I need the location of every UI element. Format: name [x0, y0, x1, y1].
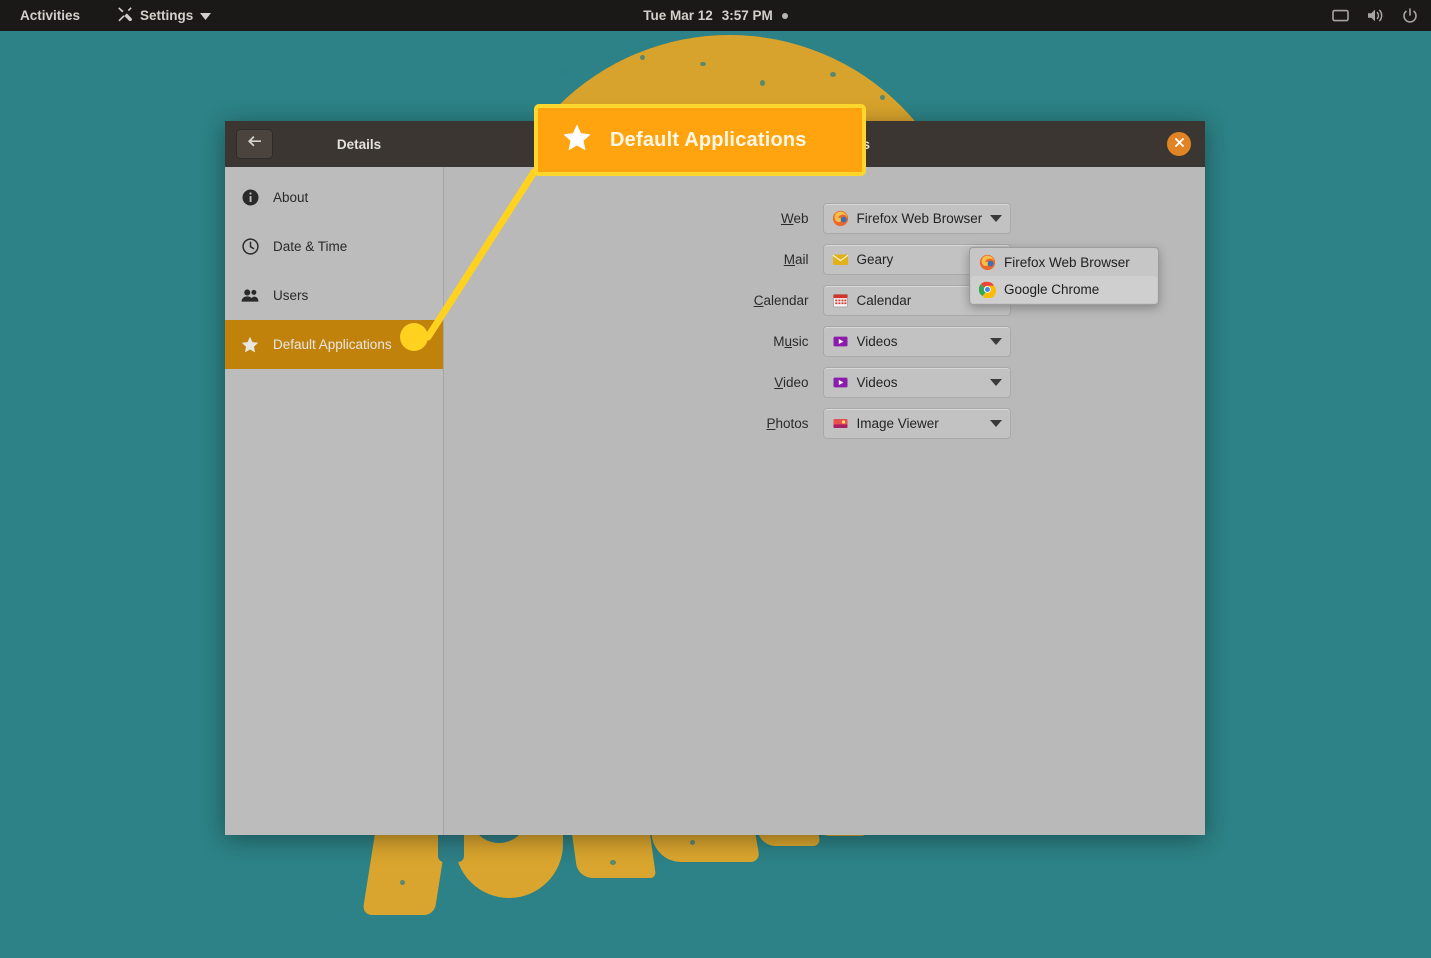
row-label-music: Music	[773, 334, 809, 349]
system-status-area[interactable]	[1332, 7, 1418, 24]
combo-value-calendar: Calendar	[856, 293, 912, 308]
chevron-down-icon	[989, 420, 1002, 427]
dropdown-option-chrome[interactable]: Google Chrome	[971, 276, 1157, 303]
row-web: Web Firefox Web Browser	[444, 203, 1205, 234]
firefox-icon	[832, 210, 849, 227]
star-icon	[241, 336, 259, 354]
wallpaper-speck	[560, 70, 567, 75]
wallpaper-speck	[400, 880, 405, 885]
sidebar-item-label: About	[273, 190, 309, 205]
chevron-down-icon	[989, 338, 1002, 345]
sidebar-item-label: Users	[273, 288, 309, 303]
callout-default-applications: Default Applications	[534, 104, 866, 176]
wallpaper-speck	[640, 55, 645, 60]
tools-icon	[117, 6, 133, 25]
dropdown-option-label: Google Chrome	[1004, 282, 1100, 297]
row-label-web: Web	[780, 211, 809, 226]
videos-icon	[832, 374, 849, 391]
clock-icon	[241, 238, 259, 255]
top-bar: Activities Settings Tue Mar 12 3:57 PM	[0, 0, 1431, 31]
combo-music[interactable]: Videos	[822, 326, 1011, 357]
settings-window: Details Default Applications Ab	[225, 121, 1205, 835]
display-icon[interactable]	[1332, 9, 1349, 23]
back-arrow-icon	[247, 135, 262, 153]
wallpaper-speck	[520, 95, 525, 100]
default-applications-pane: Web Firefox Web Browser Mail Geary Calen…	[444, 167, 1205, 835]
app-menu-settings[interactable]: Settings	[110, 3, 218, 28]
users-icon	[241, 288, 259, 303]
chevron-down-icon	[989, 379, 1002, 386]
combo-video[interactable]: Videos	[822, 367, 1011, 398]
chevron-down-icon	[989, 215, 1002, 222]
sidebar-item-about[interactable]: About	[225, 173, 443, 222]
sidebar-item-label: Date & Time	[273, 239, 348, 254]
firefox-icon	[979, 254, 996, 271]
combo-value-music: Videos	[856, 334, 898, 349]
sidebar-panel-title: Details	[336, 136, 382, 152]
clock-menu[interactable]: Tue Mar 12 3:57 PM	[601, 8, 831, 23]
row-video: Video Videos	[444, 367, 1205, 398]
activities-button[interactable]: Activities	[12, 5, 88, 26]
row-label-video: Video	[774, 375, 809, 390]
settings-sidebar: About Date & Time Users Default Applicat…	[225, 167, 444, 835]
star-icon	[562, 123, 592, 158]
combo-value-photos: Image Viewer	[856, 416, 939, 431]
videos-icon	[832, 333, 849, 350]
back-button[interactable]	[236, 129, 273, 159]
row-label-photos: Photos	[766, 416, 809, 431]
chevron-down-icon	[200, 8, 212, 23]
wallpaper-speck	[830, 72, 836, 77]
wallpaper-speck	[690, 840, 695, 845]
dropdown-option-firefox[interactable]: Firefox Web Browser	[971, 249, 1157, 276]
sidebar-item-users[interactable]: Users	[225, 271, 443, 320]
recording-dot-icon	[781, 12, 788, 19]
sidebar-item-date-time[interactable]: Date & Time	[225, 222, 443, 271]
row-photos: Photos Image Viewer	[444, 408, 1205, 439]
volume-icon[interactable]	[1367, 8, 1384, 23]
sidebar-item-label: Default Applications	[273, 337, 392, 352]
chrome-icon	[978, 281, 997, 299]
combo-photos[interactable]: Image Viewer	[822, 408, 1011, 439]
combo-value-mail: Geary	[856, 252, 894, 267]
info-icon	[241, 189, 259, 206]
row-label-mail: Mail	[783, 252, 809, 267]
clock-date: Tue Mar 12	[643, 8, 713, 23]
wallpaper-speck	[760, 80, 765, 86]
combo-value-video: Videos	[856, 375, 898, 390]
web-default-dropdown-popup[interactable]: Firefox Web Browser Google Chrome	[969, 247, 1159, 305]
close-icon	[1174, 135, 1185, 153]
row-music: Music Videos	[444, 326, 1205, 357]
wallpaper-speck	[880, 95, 885, 100]
sidebar-item-default-applications[interactable]: Default Applications	[225, 320, 443, 369]
power-icon[interactable]	[1402, 7, 1418, 24]
close-button[interactable]	[1167, 132, 1191, 156]
image-viewer-icon	[832, 415, 849, 432]
wallpaper-speck	[610, 860, 616, 865]
callout-text: Default Applications	[610, 128, 807, 151]
combo-web[interactable]: Firefox Web Browser	[822, 203, 1011, 234]
clock-time: 3:57 PM	[721, 8, 773, 23]
dropdown-option-label: Firefox Web Browser	[1004, 255, 1130, 270]
app-menu-label: Settings	[140, 8, 194, 23]
combo-value-web: Firefox Web Browser	[856, 211, 982, 226]
row-label-calendar: Calendar	[753, 293, 809, 308]
geary-icon	[832, 251, 849, 268]
wallpaper-speck	[700, 62, 706, 66]
calendar-icon	[832, 292, 849, 309]
